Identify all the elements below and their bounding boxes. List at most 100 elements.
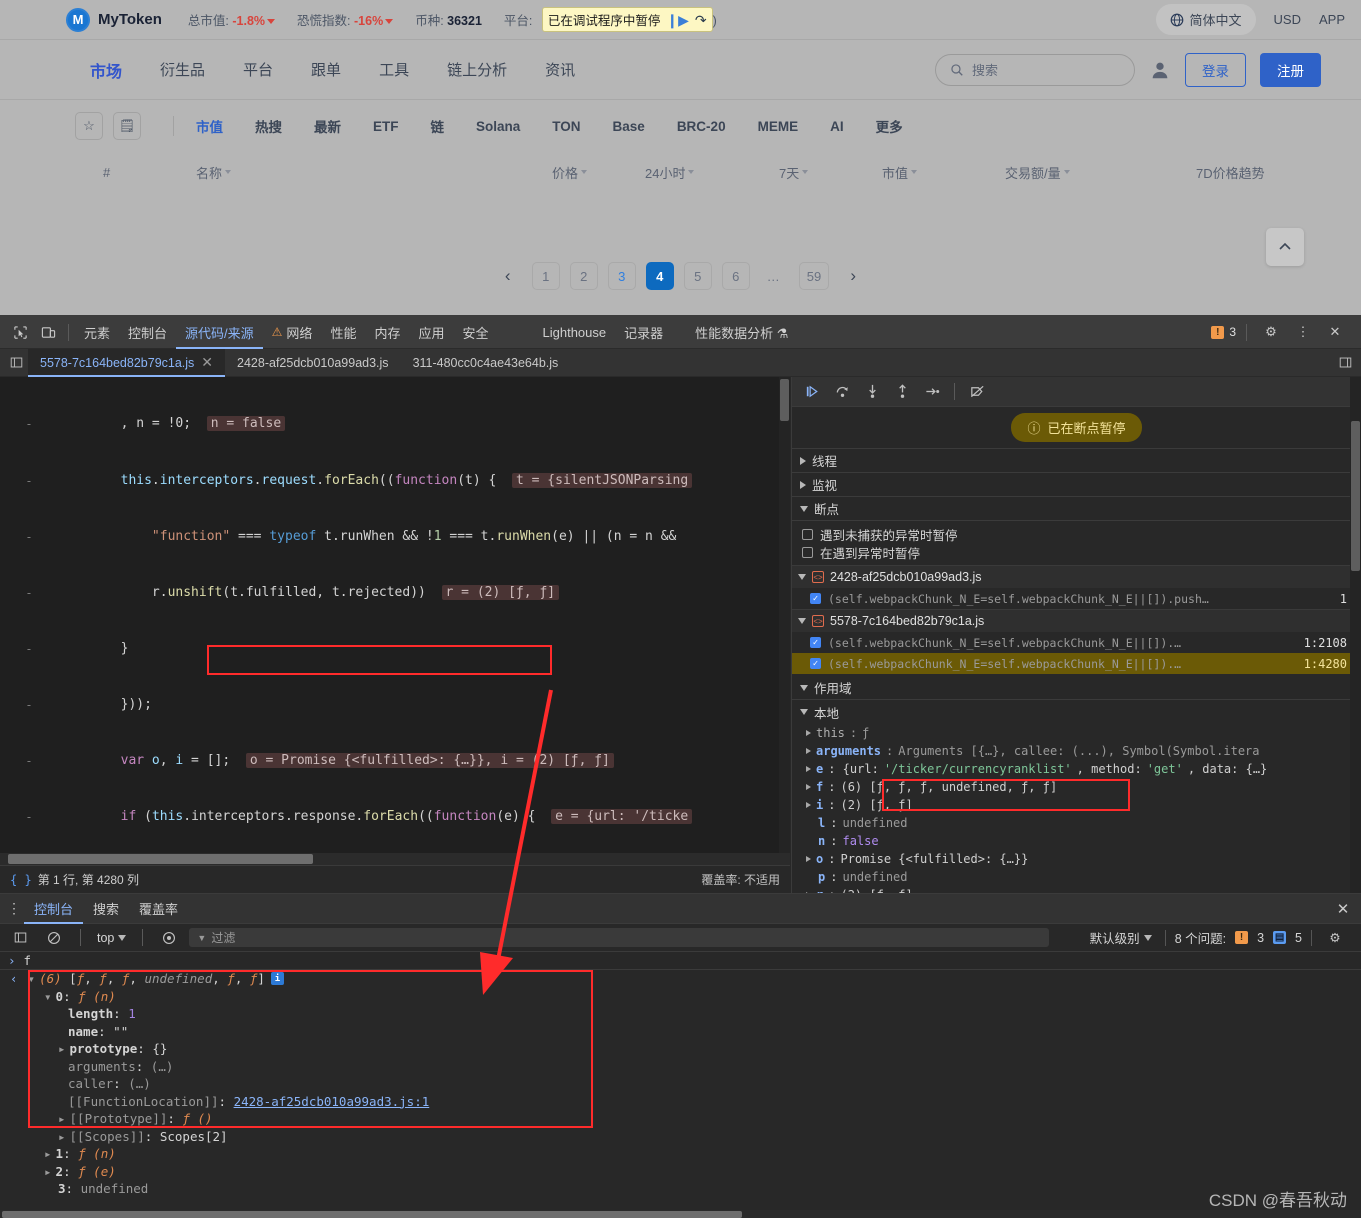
- deactivate-breakpoints-icon[interactable]: [963, 379, 991, 405]
- clear-console-icon[interactable]: [40, 925, 68, 951]
- pagination-next[interactable]: ›: [839, 262, 867, 290]
- scope-var-i[interactable]: i: (2) [ƒ, ƒ]: [792, 796, 1361, 814]
- nav-item-market[interactable]: 市场: [90, 58, 122, 82]
- tab-performance[interactable]: 性能: [321, 316, 365, 349]
- console-row-index0[interactable]: ▾ 0: ƒ (n): [0, 988, 1361, 1006]
- page-horizontal-scrollbar[interactable]: [0, 1210, 1361, 1218]
- pause-uncaught-exceptions-row[interactable]: 遇到未捕获的异常时暂停: [792, 525, 1361, 543]
- subnav-item-trending[interactable]: 热搜: [255, 116, 282, 136]
- language-selector[interactable]: 简体中文: [1155, 4, 1256, 35]
- console-row-index1[interactable]: ▸ 1: ƒ (n): [0, 1145, 1361, 1163]
- pause-exceptions-row[interactable]: 在遇到异常时暂停: [792, 543, 1361, 561]
- nav-item-copytrading[interactable]: 跟单: [311, 59, 341, 80]
- resume-icon[interactable]: [798, 379, 826, 405]
- scope-var-n[interactable]: n: false: [792, 832, 1361, 850]
- nav-item-tools[interactable]: 工具: [379, 59, 409, 80]
- nav-item-onchain[interactable]: 链上分析: [447, 59, 507, 80]
- gear-icon[interactable]: ⚙: [1257, 319, 1285, 345]
- scope-var-f[interactable]: f: (6) [ƒ, ƒ, ƒ, undefined, ƒ, ƒ]: [792, 778, 1361, 796]
- briefcase-icon[interactable]: 🗒: [113, 112, 141, 140]
- register-button[interactable]: 注册: [1260, 52, 1321, 87]
- close-icon[interactable]: ✕: [1329, 896, 1357, 922]
- checkbox[interactable]: ✓: [810, 637, 821, 648]
- subnav-item-solana[interactable]: Solana: [476, 119, 520, 134]
- app-link[interactable]: APP: [1319, 12, 1345, 27]
- source-code-editor[interactable]: - , n = !0; n = false - this.interceptor…: [0, 377, 790, 865]
- subnav-item-etf[interactable]: ETF: [373, 119, 399, 134]
- col-marketcap[interactable]: 市值: [882, 163, 918, 182]
- user-avatar-icon[interactable]: [1149, 59, 1171, 81]
- scope-var-l[interactable]: l: undefined: [792, 814, 1361, 832]
- step-icon[interactable]: [918, 379, 946, 405]
- subnav-item-meme[interactable]: MEME: [758, 119, 799, 134]
- star-icon[interactable]: ☆: [75, 112, 103, 140]
- close-icon[interactable]: ✕: [201, 354, 213, 371]
- issues-label[interactable]: 8 个问题:: [1175, 928, 1226, 947]
- pagination-page-5[interactable]: 5: [683, 262, 712, 290]
- file-tab-2428[interactable]: 2428-af25dcb010a99ad3.js: [225, 349, 401, 377]
- breakpoint-file-5578[interactable]: <> 5578-7c164bed82b79c1a.js: [792, 609, 1361, 632]
- scope-var-arguments[interactable]: arguments: Arguments [{…}, callee: (...)…: [792, 742, 1361, 760]
- scope-var-o[interactable]: o: Promise {<fulfilled>: {…}}: [792, 850, 1361, 868]
- file-tab-5578[interactable]: 5578-7c164bed82b79c1a.js ✕: [28, 348, 226, 377]
- more-vertical-icon[interactable]: ⋮: [1289, 319, 1317, 345]
- breakpoint-item[interactable]: ✓ (self.webpackChunk_N_E=self.webpackChu…: [792, 632, 1361, 653]
- nav-item-news[interactable]: 资讯: [545, 59, 575, 80]
- step-over-icon[interactable]: ↷: [695, 13, 707, 27]
- gear-icon[interactable]: ⚙: [1321, 925, 1349, 951]
- tab-recorder[interactable]: 记录器: [615, 316, 672, 349]
- breakpoint-item-active[interactable]: ✓ (self.webpackChunk_N_E=self.webpackChu…: [792, 653, 1361, 674]
- console-result-row[interactable]: ‹ ▾ (6) [ƒ, ƒ, ƒ, undefined, ƒ, ƒ] i: [0, 970, 1361, 988]
- subnav-item-ton[interactable]: TON: [552, 119, 580, 134]
- scope-local-header[interactable]: 本地: [792, 700, 1361, 724]
- close-icon[interactable]: ✕: [1321, 319, 1349, 345]
- format-braces-icon[interactable]: { }: [10, 873, 32, 887]
- pagination-prev[interactable]: ‹: [494, 262, 522, 290]
- checkbox[interactable]: ✓: [810, 593, 821, 604]
- breakpoint-file-2428[interactable]: <> 2428-af25dcb010a99ad3.js: [792, 565, 1361, 588]
- brand[interactable]: M MyToken: [66, 7, 162, 32]
- error-count-badge[interactable]: ! 3: [1211, 325, 1236, 339]
- subnav-item-ai[interactable]: AI: [830, 119, 844, 134]
- section-watch[interactable]: 监视: [792, 473, 1361, 497]
- console-filter-input[interactable]: ▼ 过滤: [189, 928, 1050, 947]
- console-row-index2[interactable]: ▸ 2: ƒ (e): [0, 1163, 1361, 1181]
- checkbox[interactable]: [802, 528, 813, 540]
- more-vertical-icon[interactable]: ⋮: [4, 896, 24, 922]
- debugger-vertical-scrollbar[interactable]: [1350, 377, 1361, 893]
- ticker-item-platform[interactable]: 平台: 已在调试程序中暂停 ❙▶ ↷ ): [504, 7, 717, 32]
- tab-application[interactable]: 应用: [409, 316, 453, 349]
- checkbox[interactable]: ✓: [810, 658, 821, 669]
- editor-vertical-scrollbar[interactable]: [779, 377, 790, 865]
- console-prompt-row[interactable]: › f: [0, 952, 1361, 970]
- search-input[interactable]: 搜索: [935, 53, 1135, 86]
- drawer-tab-search[interactable]: 搜索: [83, 894, 129, 924]
- scope-var-this[interactable]: this: ƒ: [792, 724, 1361, 742]
- section-breakpoints[interactable]: 断点: [792, 497, 1361, 521]
- step-out-icon[interactable]: [888, 379, 916, 405]
- subnav-item-marketcap[interactable]: 市值: [196, 116, 223, 136]
- ticker-item-fearindex[interactable]: 恐慌指数: -16%: [297, 10, 394, 29]
- tab-elements[interactable]: 元素: [75, 316, 119, 349]
- tab-network[interactable]: ⚠ 网络: [263, 316, 322, 349]
- tab-performance-insights[interactable]: 性能数据分析 ⚗: [686, 316, 797, 349]
- context-selector[interactable]: top: [93, 931, 130, 945]
- col-name[interactable]: 名称: [196, 163, 232, 182]
- live-expression-icon[interactable]: [155, 925, 183, 951]
- tab-sources[interactable]: 源代码/来源: [176, 316, 263, 349]
- scope-var-p[interactable]: p: undefined: [792, 868, 1361, 886]
- section-scope[interactable]: 作用域: [792, 676, 1361, 700]
- subnav-item-newest[interactable]: 最新: [314, 116, 341, 136]
- inspect-element-icon[interactable]: [6, 319, 34, 345]
- pagination-page-59[interactable]: 59: [798, 262, 830, 290]
- checkbox[interactable]: [802, 546, 813, 558]
- drawer-tab-console[interactable]: 控制台: [24, 894, 83, 924]
- device-toolbar-icon[interactable]: [34, 319, 62, 345]
- scope-var-r[interactable]: r: (2) [ƒ, ƒ]: [792, 886, 1361, 893]
- pagination-page-3[interactable]: 3: [607, 262, 636, 290]
- tab-memory[interactable]: 内存: [365, 316, 409, 349]
- pagination-page-4[interactable]: 4: [645, 262, 674, 290]
- log-level-selector[interactable]: 默认级别: [1086, 928, 1156, 947]
- step-into-icon[interactable]: [858, 379, 886, 405]
- currency-selector[interactable]: USD: [1274, 12, 1301, 27]
